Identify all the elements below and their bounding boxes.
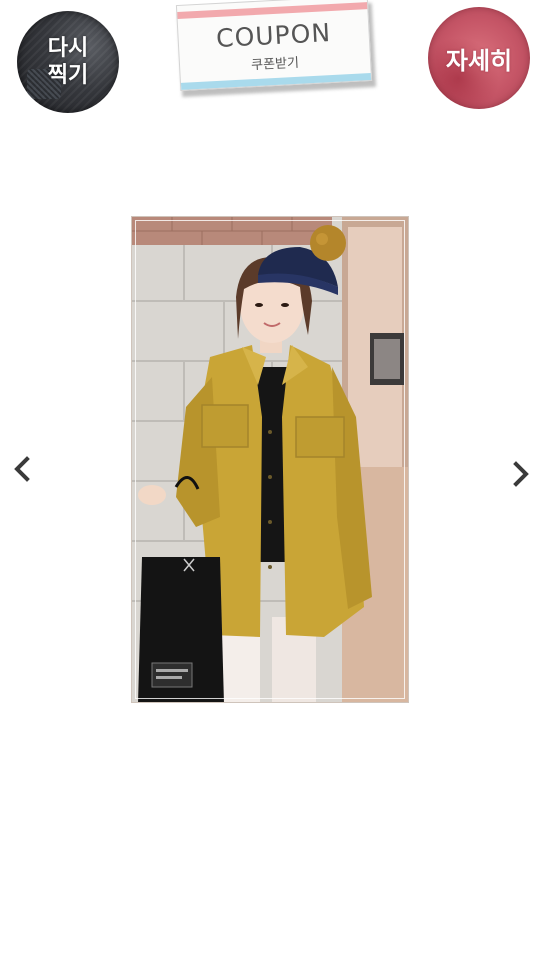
next-photo-button[interactable] bbox=[509, 460, 533, 488]
chevron-right-icon bbox=[513, 461, 529, 487]
chevron-left-icon bbox=[14, 456, 30, 482]
retake-button-label: 다시 찍기 bbox=[40, 35, 96, 89]
detail-button-label: 자세히 bbox=[445, 46, 513, 75]
retake-button[interactable]: 다시 찍기 bbox=[17, 11, 119, 113]
product-photo-image bbox=[132, 217, 408, 702]
prev-photo-button[interactable] bbox=[11, 455, 35, 483]
coupon-card: COUPON 쿠폰받기 bbox=[175, 0, 373, 91]
retake-label-line1: 다시 bbox=[47, 36, 89, 61]
coupon-top-stripe bbox=[177, 2, 368, 20]
product-photo bbox=[131, 216, 409, 703]
coupon-button[interactable]: COUPON 쿠폰받기 bbox=[174, 0, 380, 100]
detail-button[interactable]: 자세히 bbox=[428, 7, 530, 109]
retake-label-line2: 찍기 bbox=[47, 63, 89, 88]
